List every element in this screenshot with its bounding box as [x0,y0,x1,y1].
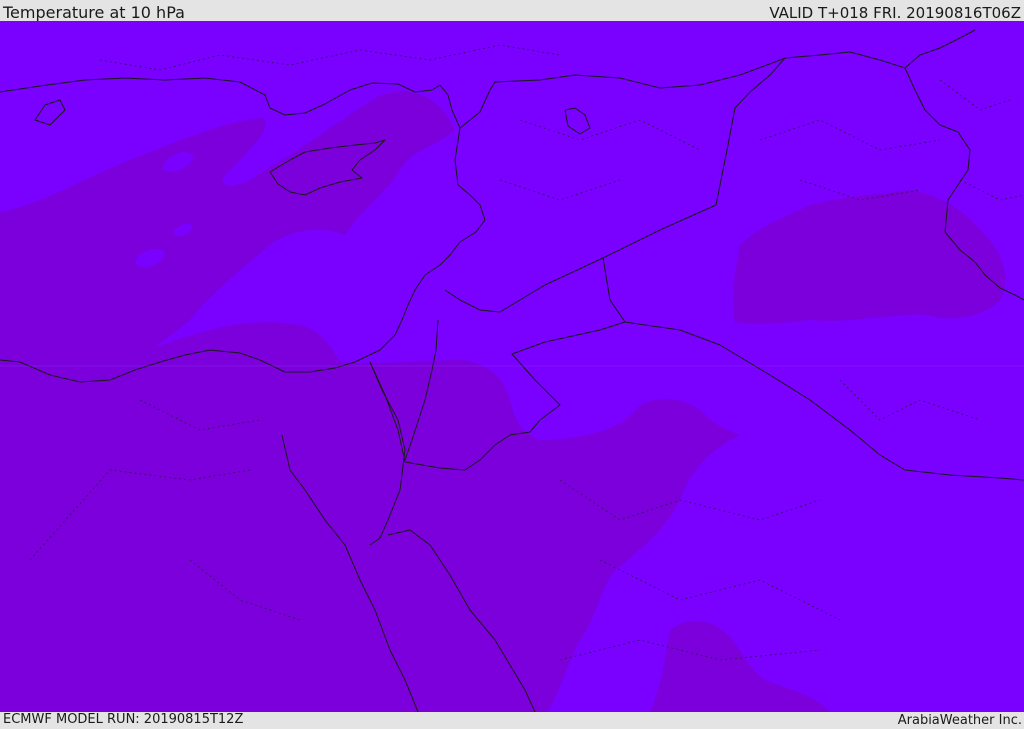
weather-map[interactable] [0,21,1024,712]
footer-bar: ECMWF MODEL RUN: 20190815T12Z ArabiaWeat… [0,712,1024,729]
valid-time: VALID T+018 FRI. 20190816T06Z [769,4,1021,22]
map-canvas [0,21,1024,712]
model-run: ECMWF MODEL RUN: 20190815T12Z [3,712,244,727]
map-title: Temperature at 10 hPa [3,3,185,22]
credit: ArabiaWeather Inc. [897,713,1022,728]
header-bar: Temperature at 10 hPa VALID T+018 FRI. 2… [0,0,1024,22]
